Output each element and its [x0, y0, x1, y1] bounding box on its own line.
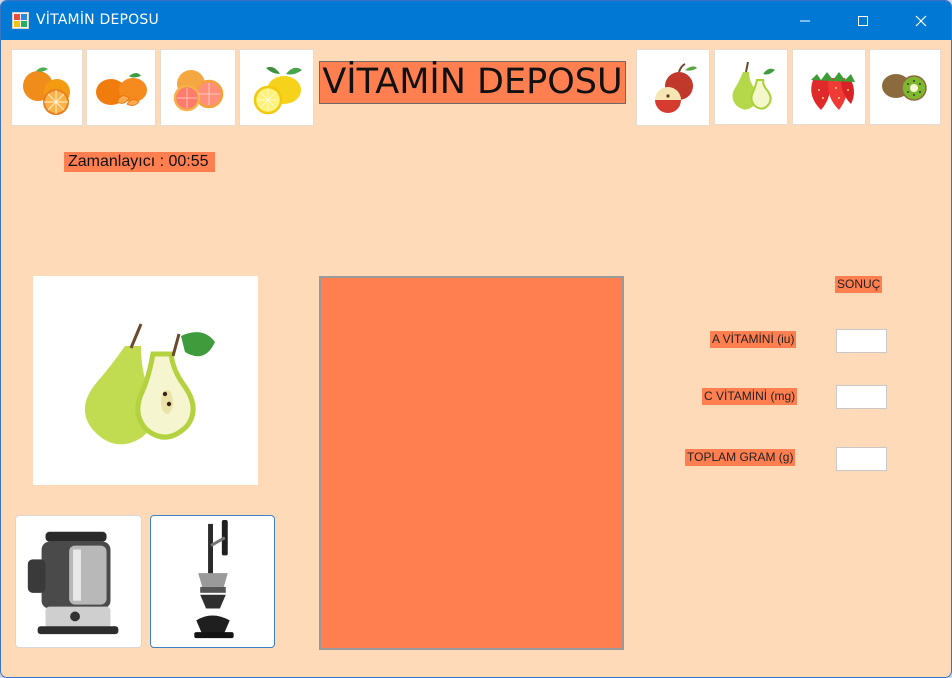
- fruit-button-lemon[interactable]: [239, 49, 314, 126]
- juice-glass-panel: [319, 276, 624, 650]
- juicer-icon: [27, 531, 119, 635]
- fruit-button-tangerine[interactable]: [86, 49, 156, 126]
- grapefruit-icon: [173, 70, 224, 112]
- fruit-button-pear[interactable]: [714, 49, 788, 125]
- close-icon: [915, 15, 927, 26]
- fruit-button-orange[interactable]: [11, 49, 83, 126]
- page-title: VİTAMİN DEPOSU: [319, 61, 626, 104]
- vitamin-a-label: A VİTAMİNİ (iu): [710, 331, 797, 348]
- vitamin-c-field[interactable]: [836, 385, 887, 409]
- electric-juicer-button[interactable]: [15, 515, 142, 648]
- kiwi-icon: [882, 74, 927, 101]
- app-icon: [12, 12, 29, 29]
- lemon-icon: [253, 66, 302, 115]
- minimize-button[interactable]: [776, 1, 834, 40]
- window-title: VİTAMİN DEPOSU: [36, 12, 159, 28]
- vitamin-a-field[interactable]: [836, 329, 887, 353]
- minimize-icon: [800, 20, 810, 21]
- result-title: SONUÇ: [835, 276, 883, 293]
- close-button[interactable]: [892, 1, 950, 40]
- manual-juicer-button[interactable]: [150, 515, 275, 648]
- maximize-icon: [858, 15, 868, 26]
- apple-icon: [655, 63, 697, 113]
- pear-icon: [84, 323, 215, 445]
- fruit-button-kiwi[interactable]: [869, 49, 941, 125]
- tangerine-icon: [96, 73, 147, 106]
- maximize-button[interactable]: [834, 1, 892, 40]
- pear-icon: [732, 61, 775, 110]
- strawberry-icon: [811, 72, 855, 110]
- app-window: VİTAMİN DEPOSU VİTAMİN DEPOSU Zamanlayıc…: [0, 0, 952, 678]
- fruit-button-strawberry[interactable]: [792, 49, 866, 125]
- total-gram-label: TOPLAM GRAM (g): [685, 449, 796, 466]
- total-gram-field[interactable]: [836, 447, 887, 471]
- fruit-button-apple[interactable]: [636, 49, 710, 126]
- fruit-button-grapefruit[interactable]: [160, 49, 236, 126]
- title-bar[interactable]: VİTAMİN DEPOSU: [1, 1, 951, 40]
- press-juicer-icon: [194, 520, 234, 639]
- timer-label: Zamanlayıcı : 00:55: [64, 152, 215, 172]
- vitamin-c-label: C VİTAMİNİ (mg): [702, 388, 798, 405]
- selected-fruit-preview: [33, 276, 258, 485]
- orange-icon: [23, 67, 70, 115]
